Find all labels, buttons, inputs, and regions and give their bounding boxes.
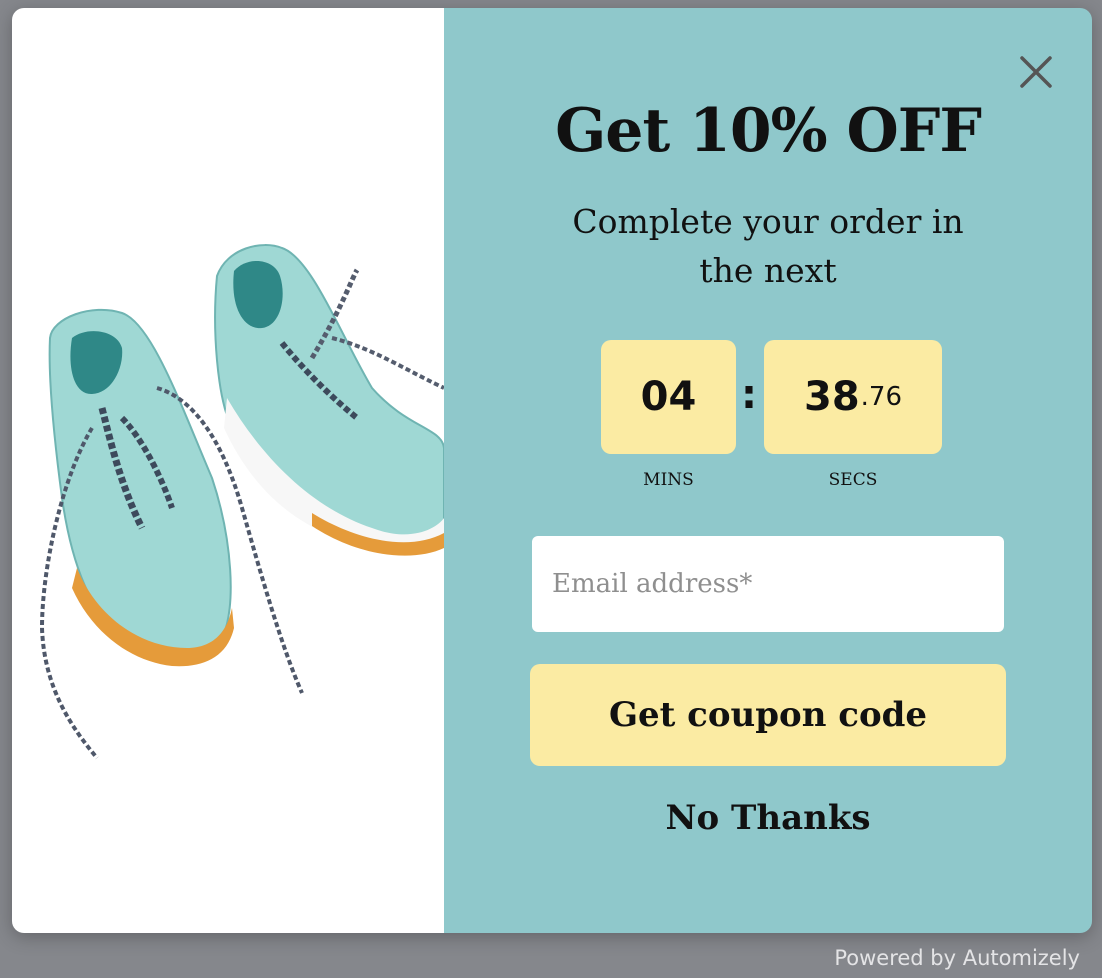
countdown-minutes-value: 04 xyxy=(640,374,697,420)
close-icon[interactable] xyxy=(1014,50,1058,94)
powered-by-text: Powered by Automizely xyxy=(834,946,1080,970)
countdown-minutes-label: MINS xyxy=(643,470,694,490)
right-sneaker xyxy=(214,244,444,556)
countdown-minutes: 04 xyxy=(601,340,736,454)
offer-subline: Complete your order in the next xyxy=(444,197,1092,295)
get-coupon-button[interactable]: Get coupon code xyxy=(530,664,1006,766)
countdown-seconds: 38.76 xyxy=(764,340,942,454)
email-input[interactable] xyxy=(532,536,1004,632)
offer-subline-text: Complete your order in the next xyxy=(572,202,964,290)
countdown-seconds-label: SECS xyxy=(828,470,878,490)
countdown-seconds-value: 38 xyxy=(803,374,860,420)
offer-headline: Get 10% OFF xyxy=(555,96,982,166)
countdown-separator: : xyxy=(741,372,757,418)
sneakers-illustration xyxy=(39,244,444,760)
product-image-panel xyxy=(12,8,444,933)
countdown-seconds-fraction: .76 xyxy=(860,382,903,412)
no-thanks-link[interactable]: No Thanks xyxy=(444,798,1092,838)
